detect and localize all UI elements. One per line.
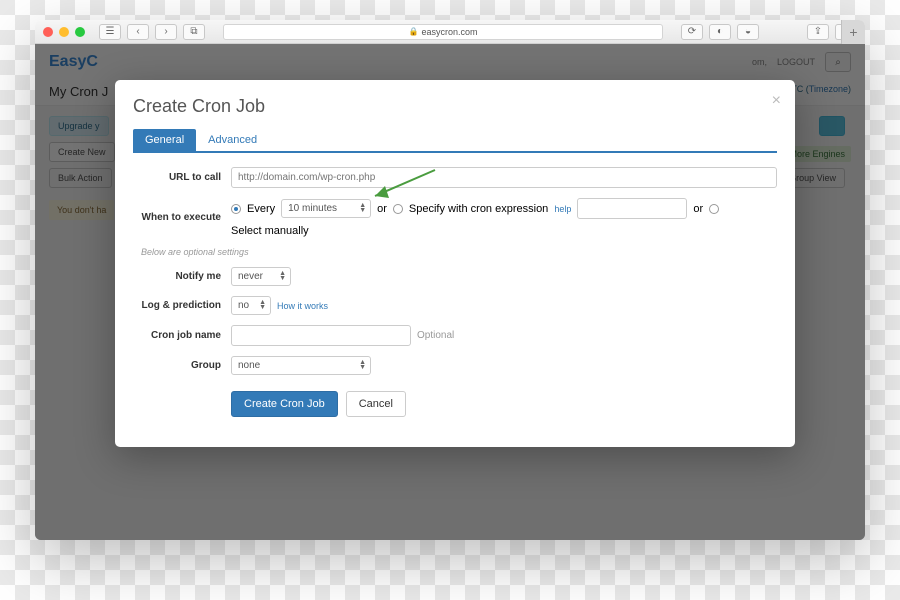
optional-text: Optional: [417, 330, 454, 341]
minimize-window-icon[interactable]: [59, 27, 69, 37]
cron-expr-text: Specify with cron expression: [409, 203, 548, 215]
url-label: URL to call: [133, 172, 231, 183]
new-tab-button[interactable]: +: [841, 20, 865, 44]
interval-select[interactable]: 10 minutes: [281, 199, 371, 218]
reader-icon[interactable]: ◐: [709, 24, 731, 40]
or-text: or: [377, 203, 387, 215]
url-input[interactable]: [231, 167, 777, 188]
log-select[interactable]: no: [231, 296, 271, 315]
notify-select[interactable]: never: [231, 267, 291, 286]
lock-icon: 🔒: [409, 27, 419, 36]
manual-radio[interactable]: [709, 204, 719, 214]
every-text: Every: [247, 203, 275, 215]
page-content: EasyC om, LOGOUT ⌕ My Cron J TC (Timezon…: [35, 44, 865, 540]
titlebar: ☰ ‹ › ⧉ 🔒 easycron.com ⟳ ◐ ◒ ⇪ ⊞ +: [35, 20, 865, 44]
url-text: easycron.com: [421, 27, 477, 37]
privacy-icon[interactable]: ◒: [737, 24, 759, 40]
manual-text: Select manually: [231, 225, 309, 237]
modal-title: Create Cron Job: [133, 96, 777, 117]
group-label: Group: [133, 360, 231, 371]
modal-tabs: General Advanced: [133, 129, 777, 153]
when-label: When to execute: [133, 212, 231, 223]
or2-text: or: [693, 203, 703, 215]
window-controls: [43, 27, 85, 37]
address-bar[interactable]: 🔒 easycron.com: [223, 24, 663, 40]
submit-button[interactable]: Create Cron Job: [231, 391, 338, 417]
cron-expr-input[interactable]: [577, 198, 687, 219]
name-label: Cron job name: [133, 330, 231, 341]
help-link[interactable]: help: [554, 204, 571, 214]
name-input[interactable]: [231, 325, 411, 346]
reload-icon[interactable]: ⟳: [681, 24, 703, 40]
cancel-button[interactable]: Cancel: [346, 391, 406, 417]
back-button[interactable]: ‹: [127, 24, 149, 40]
every-radio[interactable]: [231, 204, 241, 214]
tab-general[interactable]: General: [133, 129, 196, 151]
zoom-window-icon[interactable]: [75, 27, 85, 37]
sidebar-toggle-icon[interactable]: ☰: [99, 24, 121, 40]
close-window-icon[interactable]: [43, 27, 53, 37]
forward-button[interactable]: ›: [155, 24, 177, 40]
optional-hint: Below are optional settings: [141, 247, 777, 257]
close-icon[interactable]: ×: [772, 92, 781, 110]
how-link[interactable]: How it works: [277, 301, 328, 311]
tabs-icon[interactable]: ⧉: [183, 24, 205, 40]
group-select[interactable]: none: [231, 356, 371, 375]
log-label: Log & prediction: [133, 300, 231, 311]
cron-expr-radio[interactable]: [393, 204, 403, 214]
create-cron-modal: × Create Cron Job General Advanced URL t…: [115, 80, 795, 447]
browser-window: ☰ ‹ › ⧉ 🔒 easycron.com ⟳ ◐ ◒ ⇪ ⊞ + EasyC…: [35, 20, 865, 540]
notify-label: Notify me: [133, 271, 231, 282]
tab-advanced[interactable]: Advanced: [196, 129, 269, 151]
share-icon[interactable]: ⇪: [807, 24, 829, 40]
